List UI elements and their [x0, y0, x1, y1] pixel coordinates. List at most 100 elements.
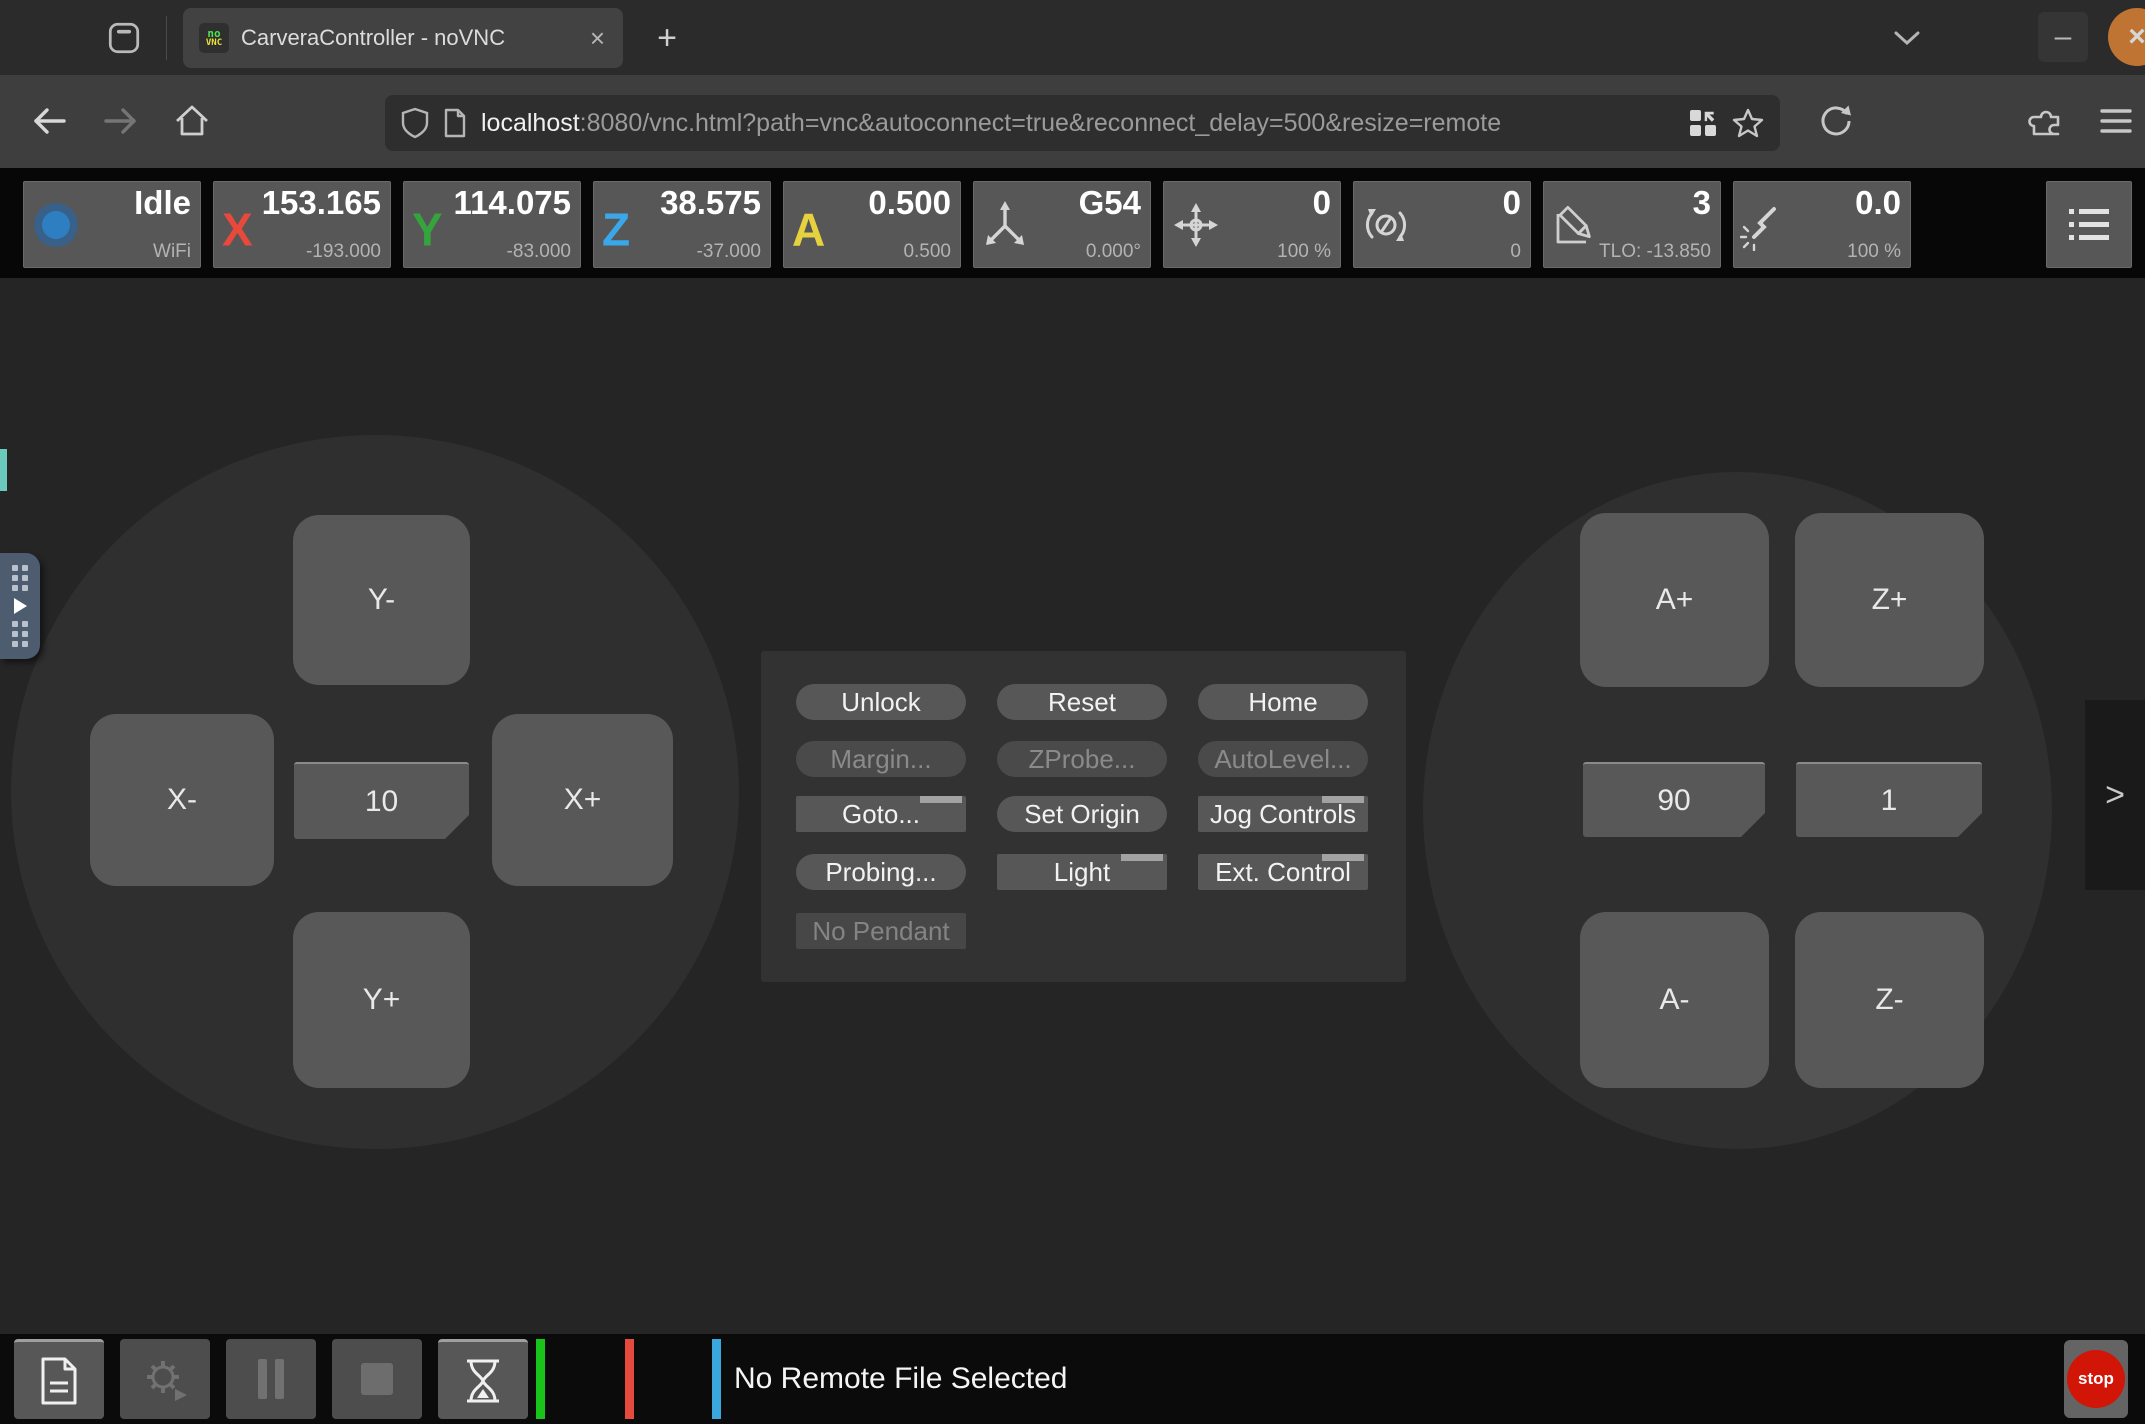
bookmark-star-icon[interactable]	[1732, 107, 1764, 139]
emergency-stop-button[interactable]: stop	[2064, 1340, 2128, 1418]
x-axis-label: X	[222, 202, 253, 256]
browser-toolbar: localhost:8080/vnc.html?path=vnc&autocon…	[0, 75, 2145, 168]
goto-button[interactable]: Goto...	[796, 796, 966, 832]
menu-button[interactable]	[2092, 97, 2140, 145]
gear-play-icon	[141, 1355, 189, 1403]
right-drawer-toggle[interactable]: >	[2085, 700, 2145, 890]
shield-icon	[401, 107, 429, 139]
wait-status-button[interactable]	[438, 1339, 528, 1419]
jog-z-plus-button[interactable]: Z+	[1795, 513, 1984, 687]
url-bar[interactable]: localhost:8080/vnc.html?path=vnc&autocon…	[385, 95, 1780, 151]
xy-step-select[interactable]: 10	[294, 762, 469, 839]
home-button[interactable]	[168, 97, 216, 145]
chevron-down-icon	[1890, 27, 1924, 49]
jog-controls-button[interactable]: Jog Controls	[1198, 796, 1368, 832]
progress-bar-red	[625, 1339, 634, 1419]
side-drawer-handle[interactable]	[0, 553, 40, 659]
run-settings-button[interactable]	[120, 1339, 210, 1419]
status-cell-z[interactable]: Z 38.575 -37.000	[593, 181, 771, 268]
hourglass-icon	[463, 1357, 503, 1405]
url-path: :8080/vnc.html?path=vnc&autoconnect=true…	[580, 109, 1501, 137]
bottom-toolbar: No Remote File Selected stop	[0, 1334, 2145, 1424]
page-info-icon[interactable]	[443, 108, 467, 138]
reset-button[interactable]: Reset	[997, 684, 1167, 720]
status-cell-laser[interactable]: 0.0 100 %	[1733, 181, 1911, 268]
jog-x-plus-button[interactable]: X+	[492, 714, 673, 886]
feedrate-value: 0	[1313, 184, 1331, 222]
y-axis-label: Y	[412, 202, 443, 256]
z-work-pos: 38.575	[660, 184, 761, 222]
jog-a-plus-button[interactable]: A+	[1580, 513, 1769, 687]
tool-length-offset: TLO: -13.850	[1599, 241, 1711, 263]
novnc-favicon: no VNC	[199, 23, 229, 53]
laser-icon	[1740, 199, 1792, 251]
light-notch	[1121, 854, 1163, 861]
machine-state: Idle	[134, 184, 191, 222]
jog-z-minus-button[interactable]: Z-	[1795, 912, 1984, 1088]
browser-tab-bar: no VNC CarveraController - noVNC × + – ×	[0, 0, 2145, 75]
y-work-pos: 114.075	[454, 184, 571, 222]
coordinate-system-icon	[980, 199, 1030, 251]
zprobe-button[interactable]: ZProbe...	[997, 741, 1167, 777]
probing-button[interactable]: Probing...	[796, 854, 966, 890]
a-step-select[interactable]: 90	[1583, 762, 1765, 837]
open-file-button[interactable]	[14, 1339, 104, 1419]
no-pendant-button[interactable]: No Pendant	[796, 913, 966, 949]
hamburger-menu-icon	[2098, 107, 2134, 135]
file-icon	[37, 1355, 81, 1407]
jog-x-minus-button[interactable]: X-	[90, 714, 274, 886]
tab-carvera-controller[interactable]: no VNC CarveraController - noVNC ×	[183, 8, 623, 68]
status-cell-tool[interactable]: 3 TLO: -13.850	[1543, 181, 1721, 268]
home-machine-button[interactable]: Home	[1198, 684, 1368, 720]
window-close-button[interactable]: ×	[2108, 8, 2145, 66]
status-cell-x[interactable]: X 153.165 -193.000	[213, 181, 391, 268]
light-button[interactable]: Light	[997, 854, 1167, 890]
pause-button[interactable]	[226, 1339, 316, 1419]
goto-notch	[920, 796, 962, 803]
window-minimize-button[interactable]: –	[2038, 12, 2088, 62]
set-origin-button[interactable]: Set Origin	[997, 796, 1167, 832]
laser-power: 0.0	[1855, 184, 1901, 222]
margin-button[interactable]: Margin...	[796, 741, 966, 777]
a-axis-label: A	[792, 202, 825, 256]
z-step-select[interactable]: 1	[1796, 762, 1982, 837]
back-button[interactable]	[26, 97, 74, 145]
extensions-button[interactable]	[2022, 97, 2070, 145]
reload-icon	[1817, 102, 1855, 140]
machine-status-bar: Idle WiFi X 153.165 -193.000 Y 114.075 -…	[0, 168, 2145, 278]
spindle-override: 0	[1510, 241, 1521, 263]
jog-controls-label: Jog Controls	[1210, 799, 1356, 830]
status-menu-button[interactable]	[2046, 181, 2132, 268]
y-machine-pos: -83.000	[507, 241, 571, 263]
jog-a-minus-button[interactable]: A-	[1580, 912, 1769, 1088]
autolevel-button[interactable]: AutoLevel...	[1198, 741, 1368, 777]
stop-job-button[interactable]	[332, 1339, 422, 1419]
fullscreen-grid-icon[interactable]	[1688, 108, 1718, 138]
status-cell-connection[interactable]: Idle WiFi	[23, 181, 201, 268]
connection-icon	[30, 199, 82, 251]
status-cell-spindle[interactable]: 0 0	[1353, 181, 1531, 268]
tab-close-icon[interactable]: ×	[588, 25, 607, 51]
ext-control-button[interactable]: Ext. Control	[1198, 854, 1368, 890]
unlock-button[interactable]: Unlock	[796, 684, 966, 720]
url-host: localhost	[481, 109, 580, 137]
jog-y-minus-button[interactable]: Y-	[293, 515, 470, 685]
firefox-view-button[interactable]	[100, 14, 148, 62]
progress-bar-green	[536, 1339, 545, 1419]
jog-y-plus-button[interactable]: Y+	[293, 912, 470, 1088]
new-tab-button[interactable]: +	[645, 16, 689, 60]
status-cell-feedrate[interactable]: 0 100 %	[1163, 181, 1341, 268]
light-label: Light	[1054, 857, 1110, 888]
wcs-value: G54	[1079, 184, 1141, 222]
status-cell-wcs[interactable]: G54 0.000°	[973, 181, 1151, 268]
ext-control-label: Ext. Control	[1215, 857, 1351, 888]
firefox-view-icon	[105, 19, 143, 57]
z-machine-pos: -37.000	[697, 241, 761, 263]
z-axis-label: Z	[602, 202, 630, 256]
status-cell-y[interactable]: Y 114.075 -83.000	[403, 181, 581, 268]
status-cell-a[interactable]: A 0.500 0.500	[783, 181, 961, 268]
forward-button[interactable]	[96, 97, 144, 145]
reload-button[interactable]	[1812, 97, 1860, 145]
move-arrows-icon	[1170, 199, 1222, 251]
list-tabs-button[interactable]	[1885, 20, 1929, 56]
